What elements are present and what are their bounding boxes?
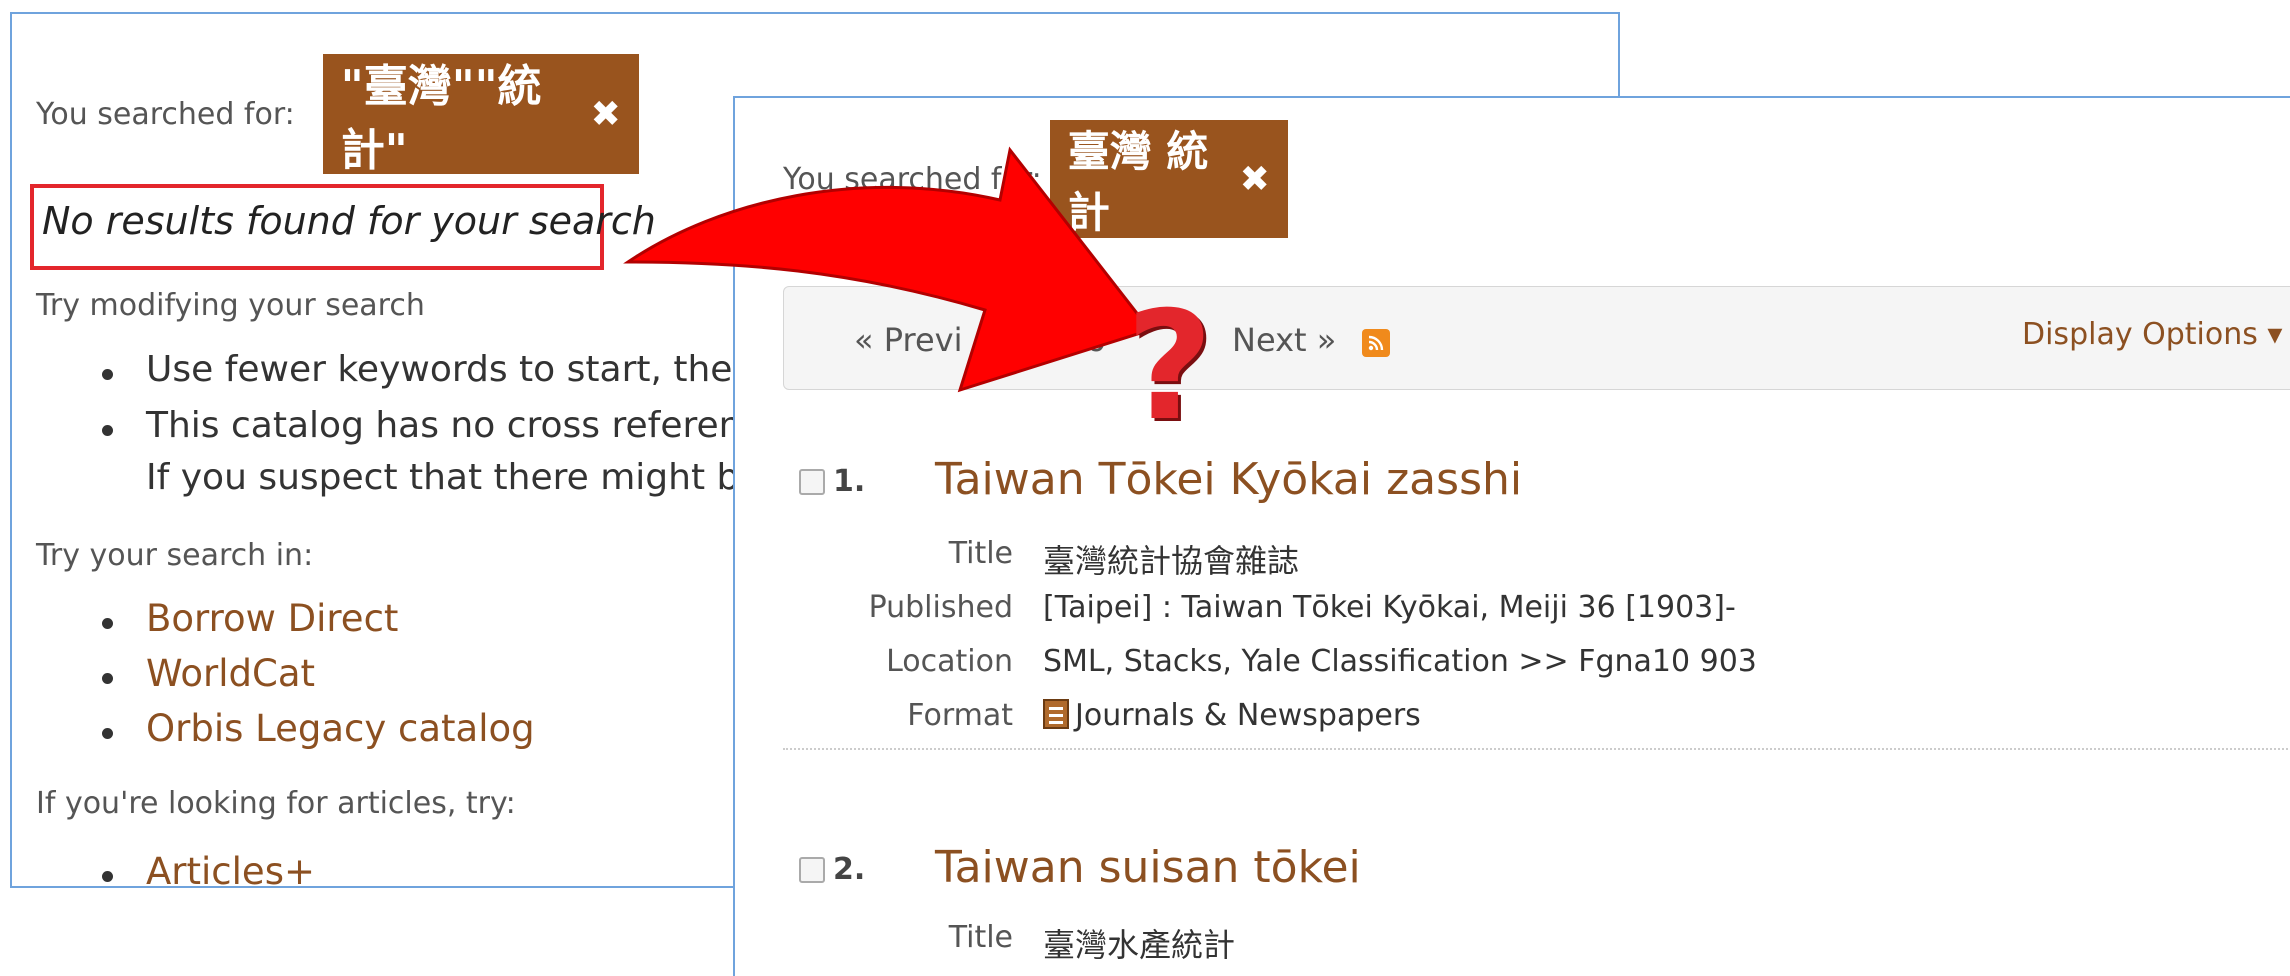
query-chip[interactable]: "臺灣""統計" ✖ xyxy=(322,54,639,176)
previous-page-link[interactable]: « Previ xyxy=(854,321,962,359)
orbis-legacy-link[interactable]: Orbis Legacy catalog xyxy=(36,707,535,762)
question-mark-icon: ? xyxy=(1126,280,1214,454)
display-options-dropdown[interactable]: Display Options ▾ xyxy=(2022,317,2282,352)
result-divider xyxy=(783,748,2290,750)
tip-item: Use fewer keywords to start, then r xyxy=(36,349,802,405)
field-value: 臺灣水產統計 xyxy=(1043,926,1236,964)
metadata-row: Title 臺灣統計協會雜誌 xyxy=(735,536,1299,582)
borrow-direct-link[interactable]: Borrow Direct xyxy=(36,597,535,652)
searched-label: You searched for: xyxy=(783,161,1042,197)
try-modify-text: Try modifying your search xyxy=(36,288,425,323)
close-icon[interactable]: ✖ xyxy=(1240,159,1270,200)
worldcat-link[interactable]: WorldCat xyxy=(36,652,535,707)
metadata-row: Location SML, Stacks, Yale Classificatio… xyxy=(735,644,1757,679)
field-label: Location xyxy=(886,644,1013,679)
results-panel: You searched for: 臺灣 統計 ✖ « Previ of 56 … xyxy=(733,96,2290,976)
result-title-link[interactable]: Taiwan Tōkei Kyōkai zasshi xyxy=(935,454,1522,505)
format-text: Journals & Newspapers xyxy=(1075,698,1421,733)
field-value: [Taipei] : Taiwan Tōkei Kyōkai, Meiji 36… xyxy=(1043,590,1736,625)
metadata-row: Format Journals & Newspapers xyxy=(735,698,1421,733)
result-number: 2. xyxy=(833,852,866,887)
articles-label: If you're looking for articles, try: xyxy=(36,786,516,821)
result-select: 1. xyxy=(799,464,865,499)
search-constraint: You searched for: "臺灣""統計" ✖ xyxy=(36,54,639,176)
field-label: Format xyxy=(907,698,1013,733)
try-in-label: Try your search in: xyxy=(36,538,314,573)
no-results-message: No results found for your search xyxy=(42,199,656,243)
field-value: 臺灣統計協會雜誌 xyxy=(1043,542,1300,580)
articles-list: Articles+ xyxy=(36,850,315,886)
result-select: 2. xyxy=(799,852,865,887)
close-icon[interactable]: ✖ xyxy=(591,94,621,135)
select-checkbox[interactable] xyxy=(799,856,825,883)
next-page-link[interactable]: Next » xyxy=(1232,321,1336,359)
result-number: 1. xyxy=(833,464,866,499)
query-text: 臺灣 統計 xyxy=(1067,127,1209,237)
query-chip[interactable]: 臺灣 統計 ✖ xyxy=(1049,120,1288,238)
metadata-row: Title 臺灣水產統計 xyxy=(735,920,1235,966)
select-checkbox[interactable] xyxy=(799,468,825,495)
tips-list: Use fewer keywords to start, then r This… xyxy=(36,349,802,513)
pagination-bar: « Previ of 56 Next » Display Options ▾ xyxy=(783,286,2290,390)
field-value: Journals & Newspapers xyxy=(1043,698,1421,733)
result-count: of 56 xyxy=(1024,321,1106,359)
field-label: Title xyxy=(948,920,1013,955)
tip-item: This catalog has no cross references xyxy=(36,405,802,457)
external-links-list: Borrow Direct WorldCat Orbis Legacy cata… xyxy=(36,597,535,762)
rss-icon[interactable] xyxy=(1362,329,1390,357)
result-title-link[interactable]: Taiwan suisan tōkei xyxy=(935,842,1361,893)
search-constraint: You searched for: 臺灣 統計 ✖ xyxy=(735,120,1288,238)
tip-item-continued: If you suspect that there might be a xyxy=(146,457,796,498)
field-value: SML, Stacks, Yale Classification >> Fgna… xyxy=(1043,644,1757,679)
field-label: Published xyxy=(868,590,1013,625)
newspaper-icon xyxy=(1043,699,1069,729)
field-label: Title xyxy=(948,536,1013,571)
metadata-row: Published [Taipei] : Taiwan Tōkei Kyōkai… xyxy=(735,590,1736,625)
searched-label: You searched for: xyxy=(36,96,295,132)
articles-plus-link[interactable]: Articles+ xyxy=(36,850,315,886)
query-text: "臺灣""統計" xyxy=(340,61,542,176)
